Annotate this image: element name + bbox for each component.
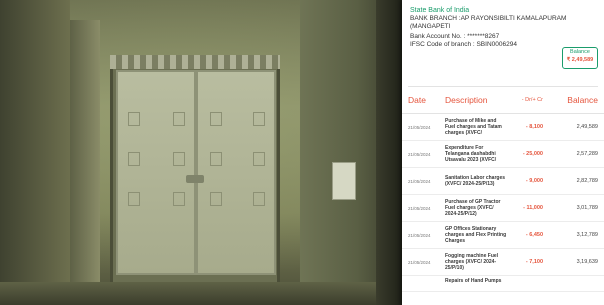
transaction-balance: 3,01,789 [576,205,598,211]
door-panel [128,112,140,126]
drcr-header: - Dr/+ Cr [521,97,543,103]
transaction-row[interactable]: 21/05/2024 Purchase of GP Tractor Fuel c… [402,195,604,222]
transaction-list: 21/05/2024 Purchase of Mike and Fuel cha… [402,113,604,292]
account-details: State Bank of India Bank Branch :AP RAYO… [402,0,604,86]
door-panel [173,192,185,206]
transaction-date: 21/05/2024 [408,232,431,238]
transaction-date: 21/05/2024 [408,151,431,157]
table-header: Date Description - Dr/+ Cr Balance [402,87,604,113]
door-panel [210,192,222,206]
transaction-amount: - 9,000 [525,178,543,184]
transaction-description: Repairs of Hand Pumps [445,278,502,284]
transaction-balance: 3,19,639 [576,259,598,265]
balance-label: Balance [570,49,590,55]
transaction-balance: 2,57,289 [576,151,598,157]
account-number: Bank Account No. : *******8267 [410,33,500,40]
transaction-balance: 2,49,589 [576,124,598,130]
balance-button[interactable]: Balance ₹ 2,49,589 [562,47,598,69]
transaction-description: Purchase of GP Tractor Fuel charges (XVF… [445,199,501,217]
floor [0,282,400,305]
date-header: Date [408,95,426,105]
transaction-amount: - 8,100 [525,124,543,130]
balance-value: ₹ 2,49,589 [566,57,594,63]
transaction-date: 21/05/2024 [408,178,431,184]
bank-name: State Bank of India [410,7,470,14]
transaction-amount: - 11,000 [523,205,543,211]
door-panel [253,192,265,206]
transaction-balance: 3,12,789 [576,232,598,238]
transaction-row[interactable]: 21/05/2024 Fogging machine Fuel charges … [402,249,604,276]
description-header: Description [445,95,488,105]
transaction-row[interactable]: 21/05/2024 Expenditure For Telangana das… [402,141,604,168]
door-left-leaf [116,70,196,275]
transaction-date: 21/05/2024 [408,205,431,211]
transaction-description: Sanitation Labor charges (XVFC/ 2024-25/… [445,175,506,187]
dark-edge [376,0,402,305]
door-panel [210,152,222,166]
switch-box [332,162,356,200]
door-panel [128,152,140,166]
transaction-date: 21/05/2024 [408,259,431,265]
transaction-amount: - 25,000 [522,151,543,157]
transaction-description: Purchase of Mike and Fuel charges and Ta… [445,118,502,136]
door-lintel [110,55,280,69]
transaction-description: Fogging machine Fuel charges (XVFC/ 2024… [445,253,499,271]
transaction-row[interactable]: 21/05/2024 GP Offices Stationary charges… [402,222,604,249]
transaction-amount: - 6,450 [525,232,543,238]
transaction-balance: 2,82,789 [576,178,598,184]
door-panel [253,152,265,166]
door-panel [210,112,222,126]
door-right-leaf [196,70,276,275]
bank-statement-screen: State Bank of India Bank Branch :AP RAYO… [402,0,604,305]
door-panel [173,152,185,166]
door-panel [253,112,265,126]
door-handle [186,175,204,183]
transaction-row[interactable]: Repairs of Hand Pumps [402,276,604,292]
transaction-date: 21/05/2024 [408,124,431,130]
door-panel [128,192,140,206]
balance-header: Balance [567,95,598,105]
transaction-description: Expenditure For Telangana dashabdhi Utsa… [445,145,497,163]
transaction-row[interactable]: 21/05/2024 Purchase of Mike and Fuel cha… [402,114,604,141]
branch-name: Bank Branch :AP RAYONSIBILTI KAMALAPURAM… [410,15,567,30]
left-wall [0,0,70,305]
pillar [70,20,100,290]
door-panel [173,112,185,126]
transaction-row[interactable]: 21/05/2024 Sanitation Labor charges (XVF… [402,168,604,195]
transaction-amount: - 7,100 [525,259,543,265]
transaction-description: GP Offices Stationary charges and Flex P… [445,226,507,244]
